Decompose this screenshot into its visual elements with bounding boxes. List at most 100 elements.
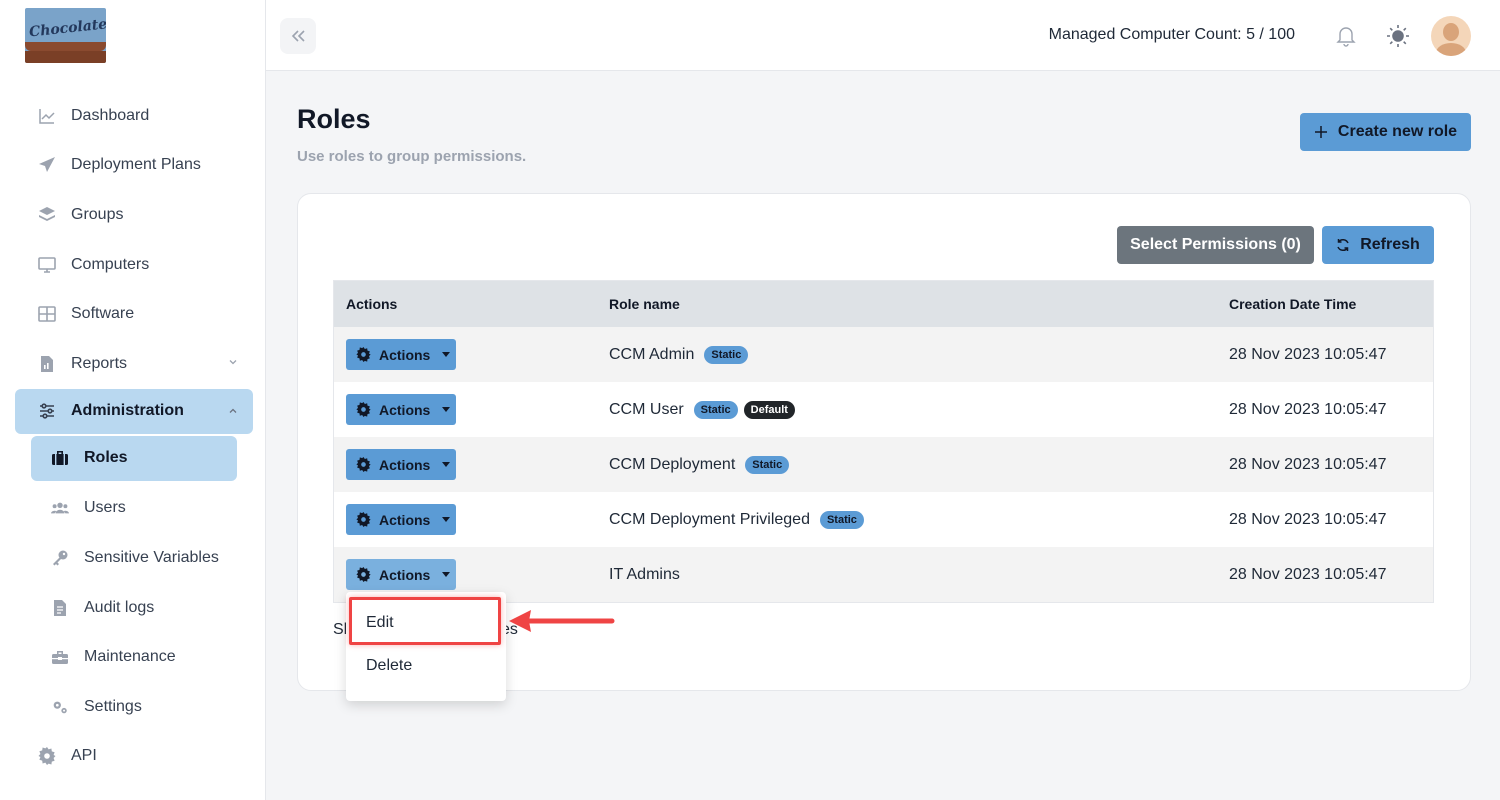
sidebar-item-reports[interactable]: Reports (15, 339, 253, 389)
refresh-button[interactable]: Refresh (1322, 226, 1434, 264)
creation-date: 28 Nov 2023 10:05:47 (1229, 455, 1387, 473)
creation-date: 28 Nov 2023 10:05:47 (1229, 345, 1387, 363)
actions-dropdown-button[interactable]: Actions (346, 504, 456, 535)
column-header-creation-date[interactable]: Creation Date Time (1229, 296, 1433, 312)
sidebar-item-deployment-plans[interactable]: Deployment Plans (15, 141, 253, 191)
chart-line-icon (38, 107, 56, 125)
sidebar-item-maintenance[interactable]: Maintenance (31, 632, 237, 682)
page-title: Roles (297, 104, 371, 134)
delete-menu-item[interactable]: Delete (346, 644, 506, 687)
sliders-icon (38, 402, 56, 420)
static-badge: Static (704, 345, 749, 364)
actions-label: Actions (379, 401, 431, 418)
gear-icon (356, 347, 371, 362)
actions-dropdown-button[interactable]: Actions (346, 394, 456, 425)
plus-icon (1314, 126, 1327, 138)
table-row: Actions CCM Deployment Privileged Static … (334, 492, 1433, 547)
users-icon (51, 499, 69, 517)
refresh-icon (1337, 238, 1349, 252)
static-badge: Static (819, 510, 864, 529)
table-row: Actions CCM Deployment Static 28 Nov 2023… (334, 437, 1433, 492)
role-name: CCM Deployment Privileged (609, 510, 810, 528)
sidebar-item-label: Computers (71, 255, 150, 273)
pointer-arrow-icon (509, 610, 615, 632)
refresh-label: Refresh (1360, 236, 1420, 253)
creation-date: 28 Nov 2023 10:05:47 (1229, 400, 1387, 418)
report-icon (38, 355, 56, 373)
chevron-down-icon (229, 360, 237, 365)
column-header-actions: Actions (346, 296, 398, 312)
document-icon (51, 599, 69, 617)
sidebar-item-label: Sensitive Variables (84, 548, 219, 566)
sidebar-item-label: Software (71, 305, 135, 323)
caret-down-icon (442, 572, 451, 577)
sidebar-item-users[interactable]: Users (31, 484, 237, 534)
caret-down-icon (442, 517, 451, 522)
static-badge: Static (693, 400, 738, 419)
theme-toggle-sun-icon[interactable] (1386, 24, 1410, 48)
sidebar-item-label: API (71, 747, 97, 765)
caret-down-icon (442, 462, 451, 467)
sidebar-item-label: Deployment Plans (71, 156, 201, 174)
actions-label: Actions (379, 346, 431, 363)
actions-label: Actions (379, 456, 431, 473)
caret-down-icon (442, 407, 451, 412)
paper-plane-icon (38, 156, 56, 174)
administration-submenu: Roles Users Sensitive Variables Audit lo… (31, 435, 237, 732)
monitor-icon (38, 256, 56, 274)
creation-date: 28 Nov 2023 10:05:47 (1229, 510, 1387, 528)
sidebar-item-label: Dashboard (71, 106, 150, 124)
sidebar-item-label: Roles (84, 449, 128, 467)
edit-highlight-box (349, 597, 501, 645)
gear-icon (356, 402, 371, 417)
layers-icon (38, 206, 56, 224)
role-name: CCM Deployment (609, 455, 736, 473)
gear-icon (356, 567, 371, 582)
sidebar-nav: Dashboard Deployment Plans Groups Comput… (15, 91, 253, 781)
gear-icon (356, 457, 371, 472)
default-badge: Default (743, 400, 795, 419)
bell-icon[interactable] (1336, 25, 1356, 47)
sidebar-item-sensitive-variables[interactable]: Sensitive Variables (31, 533, 237, 583)
chevron-up-icon (229, 408, 237, 413)
roles-table: Actions Role name Creation Date Time Act… (333, 280, 1434, 603)
sidebar-item-audit-logs[interactable]: Audit logs (31, 583, 237, 633)
actions-dropdown-button[interactable]: Actions (346, 559, 456, 590)
static-badge: Static (745, 455, 790, 474)
sidebar-item-label: Audit logs (84, 598, 155, 616)
user-avatar[interactable] (1431, 16, 1471, 56)
sidebar-item-computers[interactable]: Computers (15, 240, 253, 290)
sidebar-item-label: Maintenance (84, 648, 176, 666)
collapse-sidebar-button[interactable] (280, 18, 316, 54)
grid-icon (38, 305, 56, 323)
sidebar-item-administration[interactable]: Administration (15, 388, 253, 434)
actions-dropdown-button[interactable]: Actions (346, 449, 456, 480)
role-name: IT Admins (609, 565, 680, 583)
column-header-role-name[interactable]: Role name (609, 296, 1229, 312)
create-new-role-button[interactable]: Create new role (1300, 113, 1471, 151)
create-new-role-label: Create new role (1337, 123, 1458, 140)
role-name: CCM Admin (609, 345, 695, 363)
sidebar-item-software[interactable]: Software (15, 289, 253, 339)
key-icon (51, 549, 69, 567)
managed-computer-count: Managed Computer Count: 5 / 100 (1048, 26, 1295, 43)
sidebar-item-roles[interactable]: Roles (31, 435, 237, 481)
role-name: CCM User (609, 400, 684, 418)
select-permissions-button[interactable]: Select Permissions (0) (1117, 226, 1314, 264)
top-bar: Managed Computer Count: 5 / 100 (266, 0, 1500, 71)
sidebar-item-api[interactable]: API (15, 732, 253, 782)
chocolatey-logo[interactable]: Chocolatey (25, 8, 106, 63)
actions-dropdown-button[interactable]: Actions (346, 339, 456, 370)
sidebar-item-settings[interactable]: Settings (31, 682, 237, 732)
creation-date: 28 Nov 2023 10:05:47 (1229, 565, 1387, 583)
caret-down-icon (442, 352, 451, 357)
sidebar-item-label: Administration (71, 402, 184, 420)
briefcase-icon (51, 449, 69, 467)
gear-icon (356, 512, 371, 527)
actions-label: Actions (379, 511, 431, 528)
sidebar-item-groups[interactable]: Groups (15, 190, 253, 240)
actions-label: Actions (379, 566, 431, 583)
sidebar-item-label: Groups (71, 205, 124, 223)
sidebar-item-label: Settings (84, 697, 142, 715)
sidebar-item-dashboard[interactable]: Dashboard (15, 91, 253, 141)
